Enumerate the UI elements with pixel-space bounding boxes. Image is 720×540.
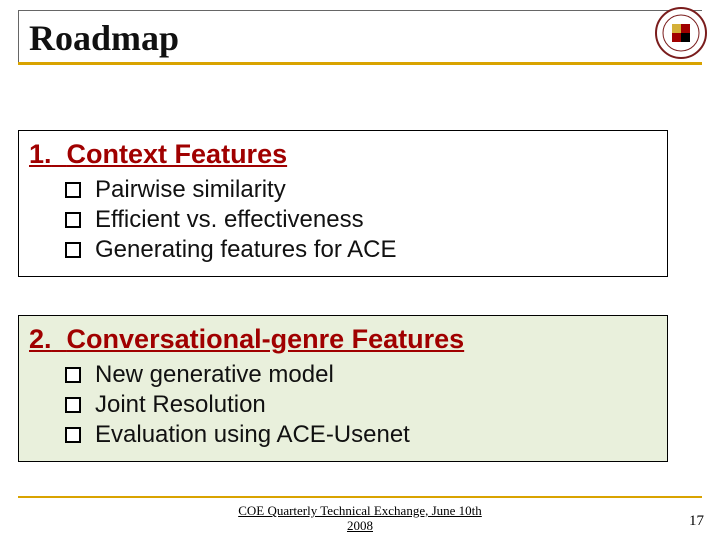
list-item: Generating features for ACE: [65, 236, 657, 264]
section-1-title: Context Features: [67, 139, 288, 169]
list-item: New generative model: [65, 361, 657, 389]
bullet-text: Joint Resolution: [95, 391, 266, 419]
footer-rule: [18, 496, 702, 498]
title-underline: [18, 62, 702, 65]
section-1-number: 1.: [29, 139, 52, 169]
checkbox-icon: [65, 242, 81, 258]
university-seal-icon: [654, 6, 708, 60]
section-1-box: 1. Context Features Pairwise similarity …: [18, 130, 668, 277]
bullet-text: New generative model: [95, 361, 334, 389]
checkbox-icon: [65, 212, 81, 228]
title-container: Roadmap: [18, 10, 702, 63]
footer-line-2: 2008: [347, 518, 373, 533]
checkbox-icon: [65, 367, 81, 383]
bullet-text: Pairwise similarity: [95, 176, 286, 204]
bullet-text: Generating features for ACE: [95, 236, 397, 264]
section-2-title: Conversational-genre Features: [67, 324, 465, 354]
slide-title: Roadmap: [29, 17, 702, 59]
list-item: Joint Resolution: [65, 391, 657, 419]
footer-text: COE Quarterly Technical Exchange, June 1…: [0, 503, 720, 534]
list-item: Evaluation using ACE-Usenet: [65, 421, 657, 449]
section-2-number: 2.: [29, 324, 52, 354]
footer-line-1: COE Quarterly Technical Exchange, June 1…: [238, 503, 482, 518]
checkbox-icon: [65, 397, 81, 413]
page-number: 17: [689, 513, 704, 530]
bullet-text: Efficient vs. effectiveness: [95, 206, 364, 234]
bullet-text: Evaluation using ACE-Usenet: [95, 421, 410, 449]
section-2-box: 2. Conversational-genre Features New gen…: [18, 315, 668, 462]
list-item: Efficient vs. effectiveness: [65, 206, 657, 234]
checkbox-icon: [65, 182, 81, 198]
checkbox-icon: [65, 427, 81, 443]
list-item: Pairwise similarity: [65, 176, 657, 204]
section-1-heading: 1. Context Features: [29, 139, 657, 170]
section-2-heading: 2. Conversational-genre Features: [29, 324, 657, 355]
